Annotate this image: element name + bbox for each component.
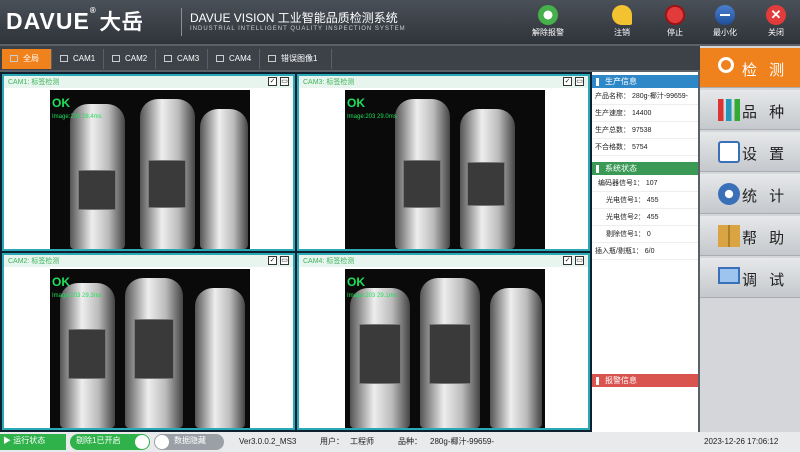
checkbox-icon[interactable]: ✓: [268, 77, 277, 86]
variety-value: 280g-椰汁-99659-: [430, 437, 495, 446]
production-row: 产品名称： 280g-椰汁-99659-: [592, 88, 698, 105]
window-icon[interactable]: ▭: [280, 256, 289, 265]
title-bar: DAVUE®大岳 DAVUE VISION 工业智能品质检测系统 INDUSTR…: [0, 0, 800, 44]
reject-toggle[interactable]: 剔除1已开启: [70, 434, 150, 450]
system-row: 光电信号1： 455: [592, 192, 698, 209]
camera-icon: [164, 55, 172, 63]
monitor-icon: [718, 267, 740, 284]
info-panel: 生产信息 产品名称： 280g-椰汁-99659- 生产速度： 14400 生产…: [592, 72, 698, 432]
toggle-knob: [155, 435, 169, 449]
nav-settings[interactable]: 设 置: [700, 132, 800, 172]
run-state: ▶ 运行状态: [0, 434, 66, 450]
refresh-icon: [538, 5, 558, 25]
version-label: Ver3.0.0.2_MS3: [239, 437, 297, 446]
minimize-button[interactable]: 最小化: [697, 2, 753, 42]
settings-icon: [718, 141, 740, 163]
window-icon[interactable]: ▭: [575, 77, 584, 86]
tab-error-image-1[interactable]: 错误图像1: [260, 49, 332, 69]
system-status-header: 系统状态: [592, 162, 698, 175]
gear-icon: [718, 183, 740, 205]
toggle-knob: [135, 435, 149, 449]
cam1-header: CAM1: 标签检测 ✓ ▭: [4, 76, 293, 88]
bar-chart-icon: [718, 99, 740, 121]
play-icon: ▶: [3, 436, 11, 445]
camera-grid: CAM1: 标签检测 ✓ ▭ OK Image:203 28.4ms CAM3:…: [0, 72, 592, 432]
inspection-result: OK: [347, 275, 365, 289]
book-icon: [718, 225, 740, 247]
user-label: 用户：: [320, 437, 344, 446]
inspection-result: OK: [347, 96, 365, 110]
cam4-panel: CAM4: 标签检测 ✓ ▭ OK Image:203 29.1ms: [297, 253, 590, 430]
data-hide-toggle[interactable]: 数据隐藏: [154, 434, 224, 450]
system-row: 剔除信号1： 0: [592, 226, 698, 243]
search-icon: [718, 57, 734, 73]
system-row: 插入瓶/剔瓶1： 6/0: [592, 243, 698, 260]
cam2-header: CAM2: 标签检测 ✓ ▭: [4, 255, 293, 267]
cam4-header: CAM4: 标签检测 ✓ ▭: [299, 255, 588, 267]
production-info-header: 生产信息: [592, 75, 698, 88]
nav-debug[interactable]: 调 试: [700, 258, 800, 298]
alarm-info-header: 报警信息: [592, 374, 698, 387]
tab-cam3[interactable]: CAM3: [156, 49, 208, 69]
close-icon: ✕: [766, 5, 786, 25]
image-meta: Image:203 29.0ms: [347, 114, 397, 120]
status-bar: ▶ 运行状态 剔除1已开启 数据隐藏 Ver3.0.0.2_MS3 用户： 工程…: [0, 432, 800, 452]
camera-icon: [112, 55, 120, 63]
release-alarm-button[interactable]: 解除报警: [520, 2, 576, 42]
home-icon: [10, 55, 18, 63]
camera-icon: [60, 55, 68, 63]
tab-global[interactable]: 全局: [2, 49, 52, 69]
checkbox-icon[interactable]: ✓: [563, 77, 572, 86]
brand-logo: DAVUE®大岳: [6, 6, 144, 34]
production-row: 生产总数： 97538: [592, 122, 698, 139]
system-row: 光电信号2： 455: [592, 209, 698, 226]
production-row: 不合格数： 5754: [592, 139, 698, 156]
system-row: 编码器信号1： 107: [592, 175, 698, 192]
image-meta: Image:203 29.1ms: [347, 293, 397, 299]
app-subtitle: INDUSTRIAL INTELLIGENT QUALITY INSPECTIO…: [190, 26, 406, 32]
brand-divider: [181, 8, 182, 36]
checkbox-icon[interactable]: ✓: [563, 256, 572, 265]
app-title: DAVUE VISION 工业智能品质检测系统: [190, 11, 398, 25]
stop-icon: [665, 5, 685, 25]
cam1-panel: CAM1: 标签检测 ✓ ▭ OK Image:203 28.4ms: [2, 74, 295, 251]
main-nav: 检 测 品 种 设 置 统 计 帮 助 调 试: [700, 46, 800, 432]
window-icon[interactable]: ▭: [280, 77, 289, 86]
image-meta: Image:203 29.3ms: [52, 293, 102, 299]
image-meta: Image:203 28.4ms: [52, 114, 102, 120]
cam3-header: CAM3: 标签检测 ✓ ▭: [299, 76, 588, 88]
camera-tab-bar: 全局 CAM1 CAM2 CAM3 CAM4 错误图像1: [0, 46, 700, 70]
inspection-result: OK: [52, 96, 70, 110]
user-value: 工程师: [350, 437, 374, 446]
nav-statistics[interactable]: 统 计: [700, 174, 800, 214]
window-icon[interactable]: ▭: [575, 256, 584, 265]
tab-cam2[interactable]: CAM2: [104, 49, 156, 69]
nav-help[interactable]: 帮 助: [700, 216, 800, 256]
key-icon: [612, 5, 632, 25]
camera-icon: [216, 55, 224, 63]
logout-button[interactable]: 注销: [594, 2, 650, 42]
datetime: 2023-12-26 17:06:12: [704, 437, 779, 446]
cam2-panel: CAM2: 标签检测 ✓ ▭ OK Image:203 29.3ms: [2, 253, 295, 430]
checkbox-icon[interactable]: ✓: [268, 256, 277, 265]
production-row: 生产速度： 14400: [592, 105, 698, 122]
stop-button[interactable]: 停止: [647, 2, 703, 42]
image-icon: [268, 55, 276, 63]
nav-variety[interactable]: 品 种: [700, 90, 800, 130]
cam3-panel: CAM3: 标签检测 ✓ ▭ OK Image:203 29.0ms: [297, 74, 590, 251]
tab-cam1[interactable]: CAM1: [52, 49, 104, 69]
close-button[interactable]: ✕ 关闭: [748, 2, 800, 42]
tab-cam4[interactable]: CAM4: [208, 49, 260, 69]
variety-label: 品种：: [398, 437, 422, 446]
minimize-icon: [715, 5, 735, 25]
inspection-result: OK: [52, 275, 70, 289]
nav-detect[interactable]: 检 测: [700, 48, 800, 88]
